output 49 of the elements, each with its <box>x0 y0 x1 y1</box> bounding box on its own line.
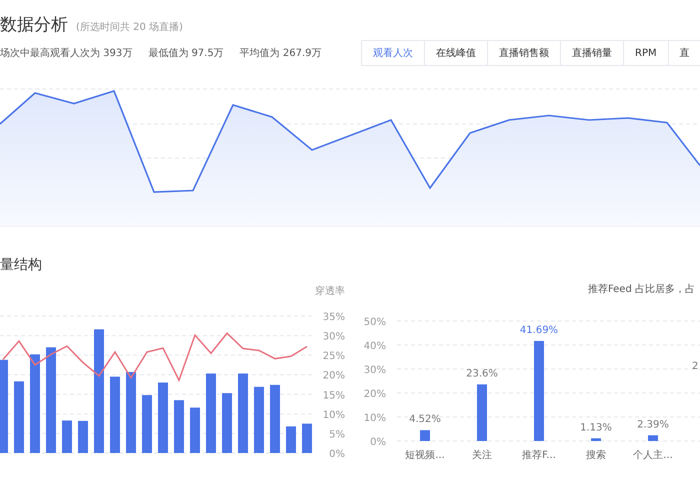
bar <box>222 393 232 453</box>
axis-label: 10% <box>364 413 386 424</box>
axis-label: 0% <box>329 449 345 460</box>
axis-label: 40% <box>364 341 386 352</box>
value-label: 41.69% <box>520 324 558 336</box>
chart-note: 推荐Feed 占比居多，占 <box>588 284 695 295</box>
value-label: 2 <box>692 361 698 372</box>
bar <box>142 395 152 453</box>
bar <box>302 424 312 453</box>
value-label: 4.52% <box>409 414 441 426</box>
section-title: 量结构 <box>0 256 43 275</box>
axis-label: 25% <box>322 351 345 362</box>
stat-text: 最低值为 97.5万 <box>148 46 224 60</box>
bar <box>14 381 24 453</box>
stat-text: 平均值为 267.9万 <box>240 46 322 60</box>
bar <box>270 384 280 453</box>
bar <box>648 435 658 441</box>
axis-label: 50% <box>364 317 386 328</box>
bar <box>420 430 430 441</box>
axis-label: 0% <box>370 437 386 448</box>
axis-title: 穿透率 <box>315 286 345 297</box>
value-label: 23.6% <box>466 368 498 380</box>
section-title: 数据分析 <box>0 14 68 36</box>
value-label: 2.39% <box>637 419 669 430</box>
stat-text: 场次中最高观看人次为 393万 <box>0 46 132 60</box>
category-label: 个人主... <box>633 450 673 461</box>
category-label: 关注 <box>472 450 492 461</box>
axis-label: 5% <box>329 429 345 440</box>
axis-label: 30% <box>322 332 345 343</box>
bar <box>158 382 168 453</box>
category-label: 搜索 <box>586 450 606 461</box>
bar <box>62 420 72 453</box>
axis-label: 35% <box>322 312 345 323</box>
bar <box>190 408 200 453</box>
category-label: 短视频... <box>405 450 445 461</box>
bar <box>591 438 601 441</box>
category-label: 推荐F... <box>522 450 556 461</box>
axis-label: 20% <box>322 370 345 382</box>
bar <box>174 400 184 453</box>
value-label: 1.13% <box>580 422 612 434</box>
axis-label: 30% <box>364 365 386 376</box>
bar <box>286 426 296 453</box>
axis-label: 20% <box>364 389 386 400</box>
bar <box>78 420 88 453</box>
subtitle: (所选时间共 20 场直播) <box>76 20 183 34</box>
bar <box>254 386 264 453</box>
axis-label: 10% <box>322 410 345 421</box>
bar <box>477 384 487 441</box>
axis-label: 15% <box>322 390 345 402</box>
